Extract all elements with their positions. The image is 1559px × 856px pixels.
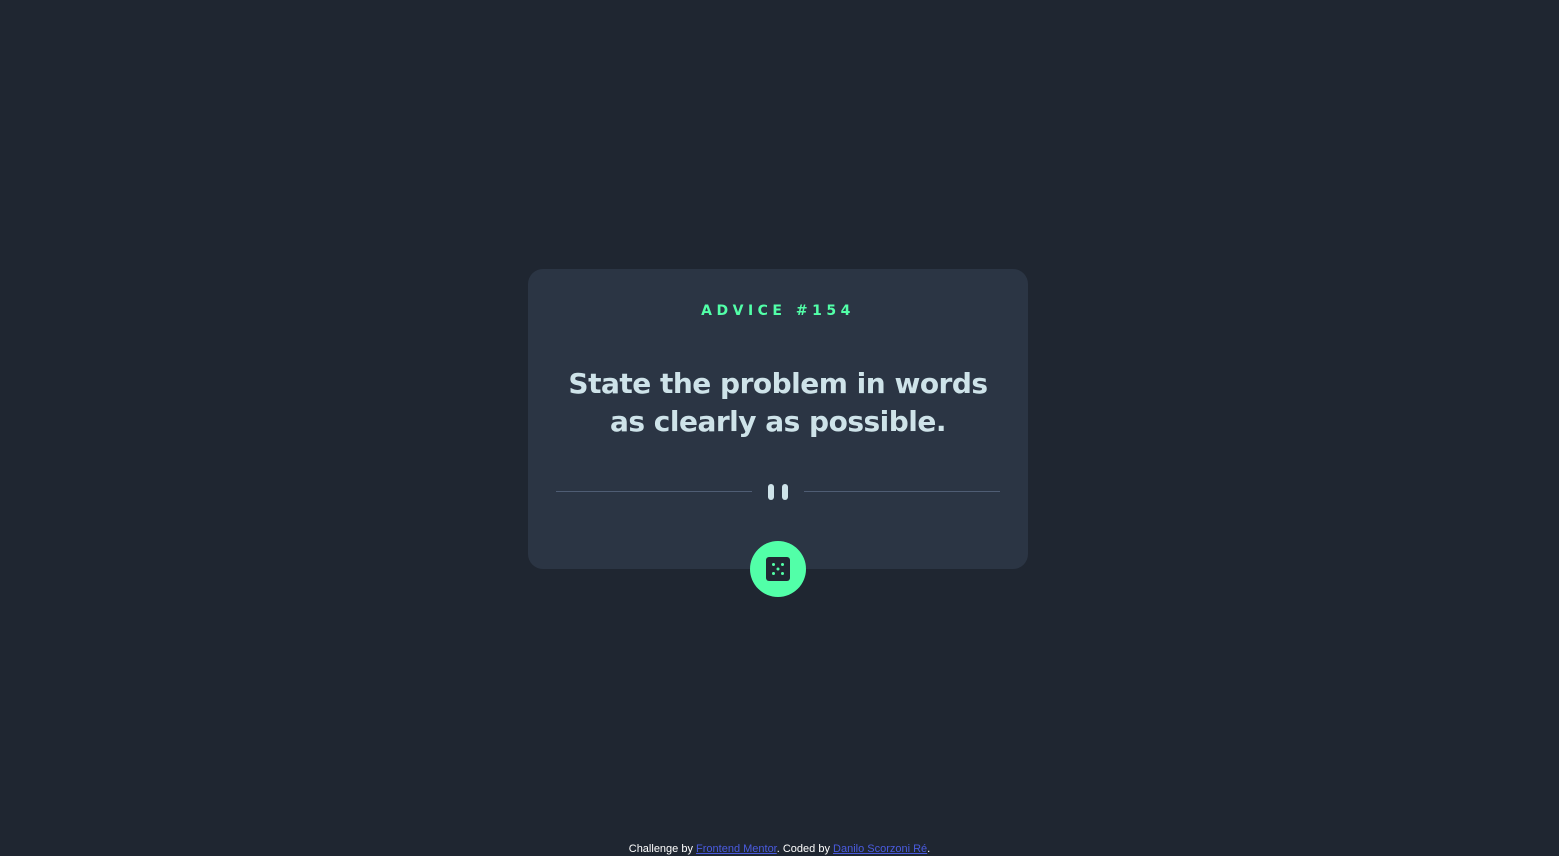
attribution-footer: Challenge by Frontend Mentor. Coded by D… [0, 842, 1559, 856]
pause-icon [768, 484, 788, 500]
divider-line-left [556, 491, 752, 492]
footer-middle: . Coded by [776, 843, 834, 855]
advice-id: ADVICE #154 [701, 303, 855, 319]
dice-icon [766, 557, 790, 581]
page: ADVICE #154 State the problem in words a… [0, 0, 1559, 856]
footer-prefix: Challenge by [628, 843, 697, 855]
divider [556, 484, 1000, 500]
divider-line-right [804, 491, 1000, 492]
generate-advice-button[interactable] [750, 541, 806, 597]
pause-bar-left [768, 484, 774, 500]
advice-text: State the problem in words as clearly as… [568, 367, 988, 438]
pause-bar-right [782, 484, 788, 500]
advice-card: ADVICE #154 State the problem in words a… [528, 269, 1028, 569]
frontend-mentor-link[interactable]: Frontend Mentor [696, 843, 777, 855]
author-link[interactable]: Danilo Scorzoni Ré [833, 843, 927, 855]
footer-suffix: . [927, 843, 931, 855]
